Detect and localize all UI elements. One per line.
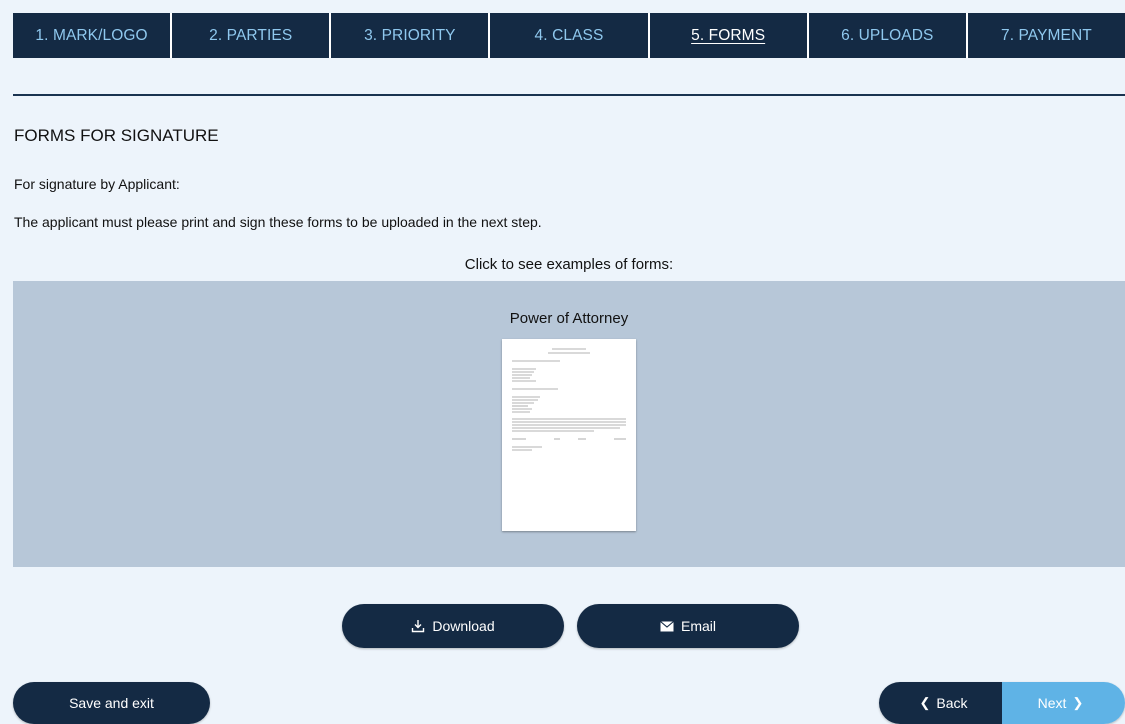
- form-name: Power of Attorney: [509, 310, 629, 327]
- document-preview-icon: [512, 348, 626, 451]
- save-and-exit-label: Save and exit: [69, 695, 154, 711]
- download-button[interactable]: Download: [342, 604, 564, 648]
- chevron-left-icon: ❮: [919, 695, 931, 710]
- save-and-exit-button[interactable]: Save and exit: [13, 682, 210, 724]
- download-label: Download: [432, 618, 495, 634]
- form-card-power-of-attorney[interactable]: Power of Attorney: [13, 310, 1125, 531]
- page-title: FORMS FOR SIGNATURE: [14, 126, 219, 145]
- tab-class[interactable]: 4. CLASS: [490, 13, 650, 58]
- download-icon: [411, 619, 425, 633]
- examples-label: Click to see examples of forms:: [464, 256, 674, 273]
- forms-panel: Power of Attorney: [13, 281, 1125, 567]
- tab-payment[interactable]: 7. PAYMENT: [967, 13, 1125, 58]
- tab-mark-logo[interactable]: 1. MARK/LOGO: [13, 13, 173, 58]
- back-label: Back: [936, 695, 968, 711]
- tab-uploads[interactable]: 6. UPLOADS: [808, 13, 968, 58]
- back-button[interactable]: ❮ Back: [879, 682, 1002, 724]
- next-button[interactable]: Next ❯: [1002, 682, 1125, 724]
- tab-parties[interactable]: 2. PARTIES: [172, 13, 332, 58]
- email-label: Email: [680, 618, 716, 634]
- instructions-text: The applicant must please print and sign…: [14, 214, 542, 230]
- signature-subheading: For signature by Applicant:: [14, 176, 180, 192]
- tab-priority[interactable]: 3. PRIORITY: [331, 13, 491, 58]
- section-divider: [13, 94, 1125, 96]
- tab-forms[interactable]: 5. FORMS: [649, 13, 809, 58]
- email-button[interactable]: Email: [577, 604, 799, 648]
- chevron-right-icon: ❯: [1072, 695, 1084, 710]
- next-label: Next: [1037, 695, 1067, 711]
- step-tab-bar: 1. MARK/LOGO 2. PARTIES 3. PRIORITY 4. C…: [13, 13, 1125, 58]
- page: 1. MARK/LOGO 2. PARTIES 3. PRIORITY 4. C…: [0, 0, 1125, 724]
- step-navigation: ❮ Back Next ❯: [879, 682, 1125, 724]
- form-thumbnail[interactable]: [502, 339, 636, 531]
- envelope-icon: [660, 620, 674, 632]
